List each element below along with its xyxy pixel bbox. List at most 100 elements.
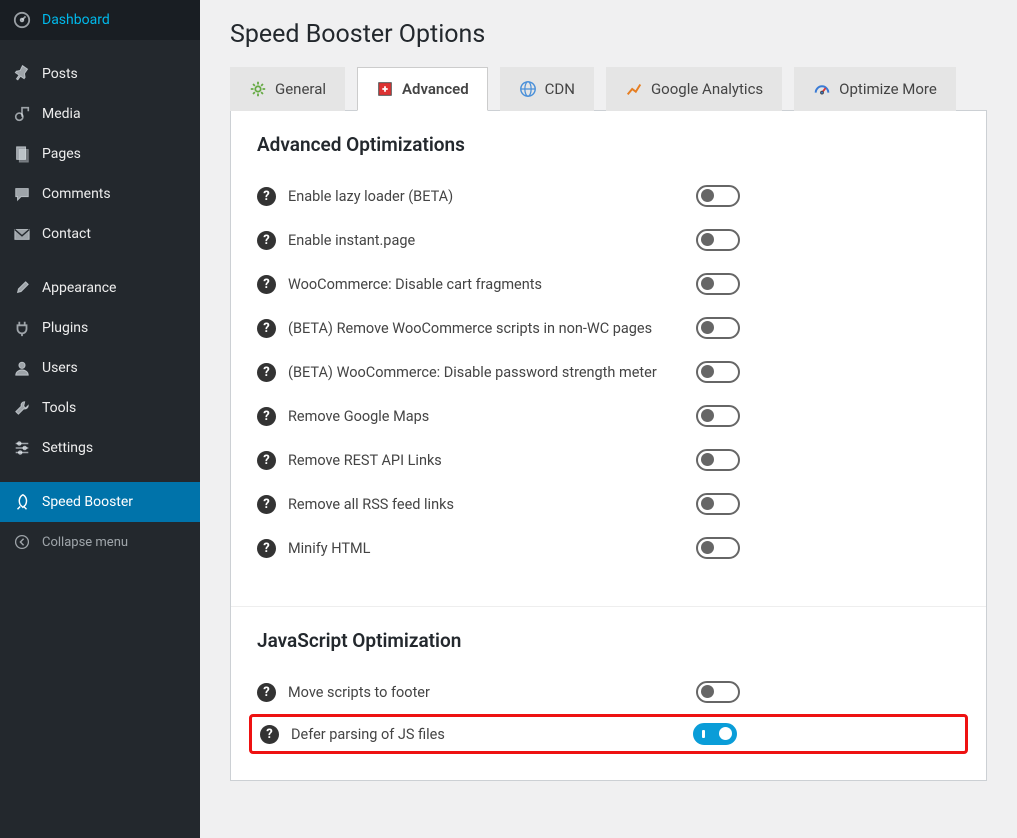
tab-advanced[interactable]: Advanced (357, 67, 488, 111)
brush-icon (12, 278, 32, 298)
tab-label: Advanced (402, 80, 469, 98)
help-icon[interactable]: ? (257, 407, 276, 426)
option-row-minify-html: ?Minify HTML (257, 526, 960, 570)
help-icon[interactable]: ? (257, 187, 276, 206)
option-label: Defer parsing of JS files (291, 726, 445, 743)
sidebar-item-label: Appearance (42, 280, 116, 296)
section-advanced-optimizations: Advanced Optimizations ? Enable lazy load… (231, 111, 986, 596)
toggle-remove-rest-api[interactable] (696, 449, 740, 471)
section-title: JavaScript Optimization (257, 629, 960, 652)
option-label: Remove Google Maps (288, 408, 429, 425)
sidebar-item-label: Speed Booster (42, 494, 133, 510)
analytics-icon (625, 80, 643, 98)
tab-label: CDN (545, 80, 575, 98)
wrench-icon (12, 398, 32, 418)
advanced-icon (376, 80, 394, 98)
sidebar-item-label: Media (42, 106, 81, 122)
option-row-instant-page: ? Enable instant.page (257, 218, 960, 262)
sidebar-item-appearance[interactable]: Appearance (0, 268, 200, 308)
sidebar-item-dashboard[interactable]: Dashboard (0, 0, 200, 40)
plug-icon (12, 318, 32, 338)
rocket-icon (12, 492, 32, 512)
option-row-wc-cart-fragments: ? WooCommerce: Disable cart fragments (257, 262, 960, 306)
toggle-remove-rss[interactable] (696, 493, 740, 515)
globe-icon (519, 80, 537, 98)
sidebar-item-plugins[interactable]: Plugins (0, 308, 200, 348)
sidebar-item-label: Contact (42, 226, 91, 242)
option-label: WooCommerce: Disable cart fragments (288, 276, 542, 293)
sidebar-item-label: Dashboard (42, 12, 110, 28)
tab-google-analytics[interactable]: Google Analytics (606, 67, 782, 111)
gauge-icon (813, 80, 831, 98)
toggle-remove-gmaps[interactable] (696, 405, 740, 427)
help-icon[interactable]: ? (257, 231, 276, 250)
comment-icon (12, 184, 32, 204)
tab-cdn[interactable]: CDN (500, 67, 594, 111)
toggle-defer-js[interactable] (693, 723, 737, 745)
collapse-label: Collapse menu (42, 535, 128, 550)
mail-icon (12, 224, 32, 244)
admin-sidebar: Dashboard Posts Media Pages Comments Con… (0, 0, 200, 838)
sidebar-item-label: Plugins (42, 320, 88, 336)
sidebar-item-contact[interactable]: Contact (0, 214, 200, 254)
section-javascript-optimization: JavaScript Optimization ? Move scripts to… (231, 606, 986, 780)
option-label: Move scripts to footer (288, 684, 430, 701)
collapse-menu[interactable]: Collapse menu (0, 522, 200, 562)
collapse-icon (12, 532, 32, 552)
tab-label: Google Analytics (651, 80, 763, 98)
settings-panel: Advanced Optimizations ? Enable lazy load… (230, 110, 987, 781)
sidebar-item-label: Pages (42, 146, 81, 162)
pin-icon (12, 64, 32, 84)
sidebar-item-label: Tools (42, 400, 76, 416)
toggle-wc-remove-scripts[interactable] (696, 317, 740, 339)
option-row-remove-gmaps: ? Remove Google Maps (257, 394, 960, 438)
option-row-defer-js: ? Defer parsing of JS files (249, 714, 968, 754)
section-title: Advanced Optimizations (257, 133, 960, 156)
toggle-wc-pw-meter[interactable] (696, 361, 740, 383)
tab-label: General (275, 80, 326, 98)
sidebar-item-media[interactable]: Media (0, 94, 200, 134)
option-row-lazy-loader: ? Enable lazy loader (BETA) (257, 174, 960, 218)
help-icon[interactable]: ? (257, 683, 276, 702)
sidebar-item-tools[interactable]: Tools (0, 388, 200, 428)
sidebar-item-pages[interactable]: Pages (0, 134, 200, 174)
option-label: (BETA) Remove WooCommerce scripts in non… (288, 320, 652, 337)
media-icon (12, 104, 32, 124)
user-icon (12, 358, 32, 378)
sidebar-item-settings[interactable]: Settings (0, 428, 200, 468)
help-icon[interactable]: ? (257, 539, 276, 558)
sidebar-item-users[interactable]: Users (0, 348, 200, 388)
help-icon[interactable]: ? (257, 275, 276, 294)
gear-icon (249, 80, 267, 98)
sidebar-item-speed-booster[interactable]: Speed Booster (0, 482, 200, 522)
help-icon[interactable]: ? (260, 725, 279, 744)
help-icon[interactable]: ? (257, 495, 276, 514)
sidebar-item-posts[interactable]: Posts (0, 54, 200, 94)
sliders-icon (12, 438, 32, 458)
option-row-remove-rest-api: ? Remove REST API Links (257, 438, 960, 482)
sidebar-item-label: Users (42, 360, 78, 376)
help-icon[interactable]: ? (257, 451, 276, 470)
option-label: Remove REST API Links (288, 452, 442, 469)
toggle-minify-html[interactable] (696, 537, 740, 559)
toggle-wc-cart-fragments[interactable] (696, 273, 740, 295)
tab-general[interactable]: General (230, 67, 345, 111)
dashboard-icon (12, 10, 32, 30)
page-title: Speed Booster Options (230, 0, 987, 67)
main-content: Speed Booster Options General Advanced C… (200, 0, 1017, 838)
tabs-nav: General Advanced CDN Google Analytics Op… (230, 67, 987, 111)
toggle-move-footer[interactable] (696, 681, 740, 703)
option-label: Remove all RSS feed links (288, 496, 454, 513)
tab-label: Optimize More (839, 80, 937, 98)
option-row-move-footer: ? Move scripts to footer (257, 670, 960, 714)
help-icon[interactable]: ? (257, 319, 276, 338)
toggle-instant-page[interactable] (696, 229, 740, 251)
sidebar-item-label: Posts (42, 66, 78, 82)
sidebar-item-comments[interactable]: Comments (0, 174, 200, 214)
help-icon[interactable]: ? (257, 363, 276, 382)
option-label: Enable lazy loader (BETA) (288, 188, 453, 205)
tab-optimize-more[interactable]: Optimize More (794, 67, 956, 111)
toggle-lazy-loader[interactable] (696, 185, 740, 207)
option-label: Enable instant.page (288, 232, 415, 249)
option-label: (BETA) WooCommerce: Disable password str… (288, 364, 657, 381)
